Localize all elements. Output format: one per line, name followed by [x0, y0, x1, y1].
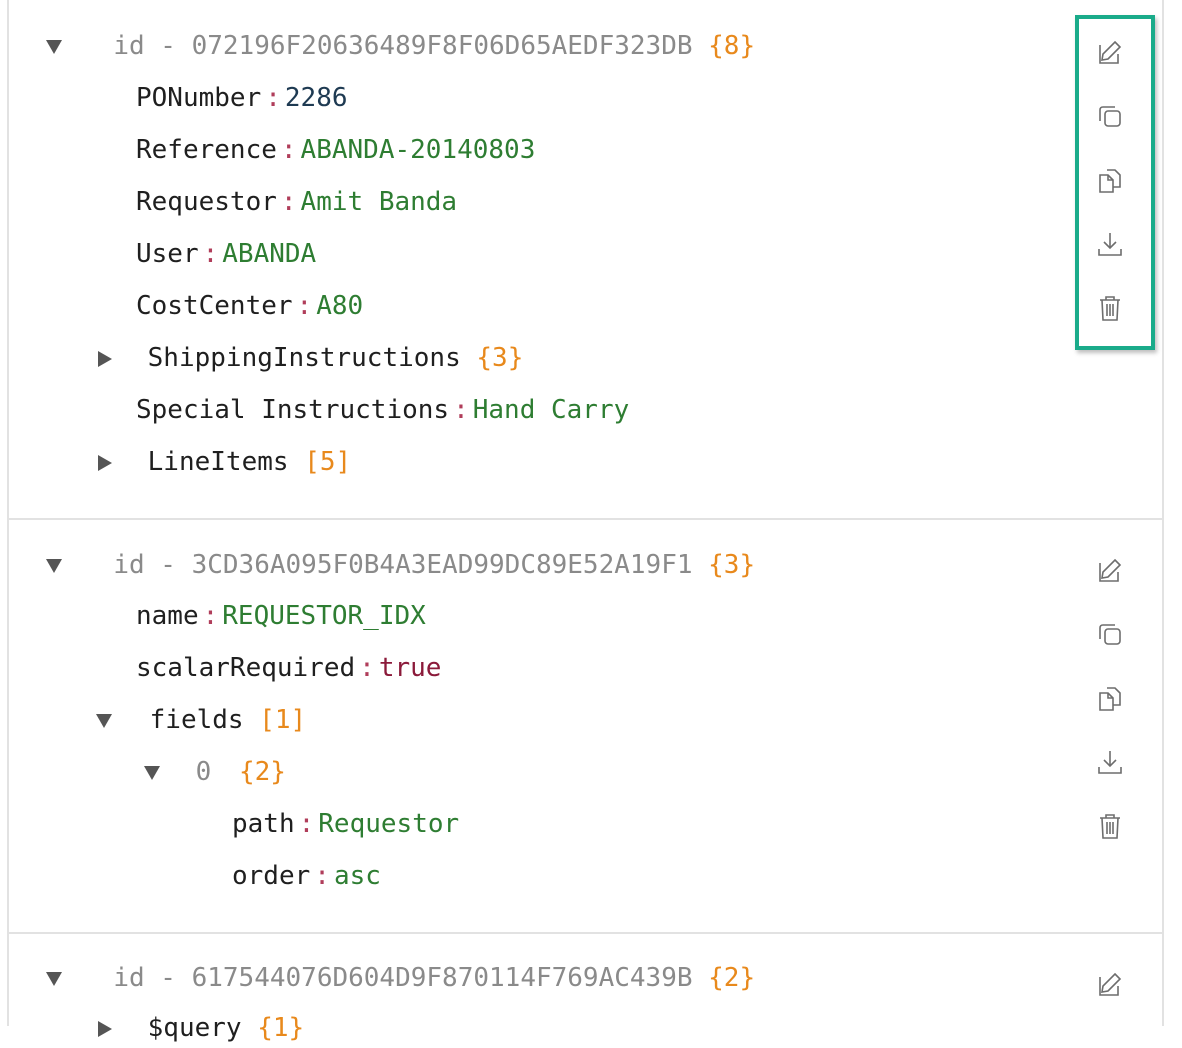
expand-arrow-icon[interactable]	[46, 971, 62, 986]
field-row: Reference: ABANDA-20140803	[136, 135, 536, 165]
document-header[interactable]: id - 3CD36A095F0B4A3EAD99DC89E52A19F1 {3…	[46, 545, 755, 585]
document-id: 3CD36A095F0B4A3EAD99DC89E52A19F1	[191, 550, 693, 580]
field-row: Special Instructions: Hand Carry	[136, 395, 630, 425]
field-value: true	[378, 653, 442, 683]
field-row-collapsible[interactable]: LineItems [5]	[98, 442, 351, 482]
field-key: Requestor	[136, 187, 277, 217]
field-key: Special Instructions	[136, 395, 450, 425]
field-row: PONumber:2286	[136, 83, 348, 113]
field-value: A80	[316, 291, 364, 321]
edit-button[interactable]	[1088, 548, 1132, 592]
field-row-collapsible[interactable]: ShippingInstructions {3}	[98, 338, 523, 378]
field-row: name: REQUESTOR_IDX	[136, 601, 426, 631]
field-count: {2}	[708, 963, 756, 993]
field-key: scalarRequired	[136, 653, 356, 683]
field-key: Reference	[136, 135, 277, 165]
delete-icon	[1100, 814, 1120, 839]
expand-arrow-icon[interactable]	[98, 1020, 112, 1037]
field-row-collapsible[interactable]: 0 {2}	[144, 752, 286, 792]
document-header[interactable]: id - 617544076D604D9F870114F769AC439B {2…	[46, 958, 755, 998]
document-id: 072196F20636489F8F06D65AEDF323DB	[191, 31, 693, 61]
field-value: Hand Carry	[472, 395, 630, 425]
actions-highlight	[1075, 15, 1155, 350]
field-value: Requestor	[318, 809, 460, 839]
field-key: $query	[147, 1013, 242, 1043]
download-icon	[1098, 751, 1122, 774]
field-key: path	[232, 809, 295, 839]
field-count: {1}	[257, 1013, 305, 1043]
field-value: ABANDA-20140803	[300, 135, 536, 165]
field-row: CostCenter: A80	[136, 291, 364, 321]
field-value: Amit Banda	[300, 187, 458, 217]
field-count: [1]	[259, 705, 307, 735]
delete-button[interactable]	[1088, 804, 1132, 848]
field-row: scalarRequired: true	[136, 653, 442, 683]
field-row: Requestor: Amit Banda	[136, 187, 458, 217]
edit-button[interactable]	[1088, 962, 1132, 1006]
id-dash: -	[160, 550, 176, 580]
field-key: PONumber	[136, 83, 262, 113]
field-row-collapsible[interactable]: $query {1}	[98, 1008, 304, 1048]
field-count: {3}	[476, 343, 524, 373]
field-value: 2286	[284, 83, 348, 113]
copy-button[interactable]	[1088, 676, 1132, 720]
field-key: 0	[195, 757, 212, 787]
download-button[interactable]	[1088, 740, 1132, 784]
id-dash: -	[160, 963, 176, 993]
edit-icon	[1099, 972, 1122, 996]
expand-arrow-icon[interactable]	[98, 350, 112, 367]
document-divider	[7, 518, 1164, 520]
id-dash: -	[160, 31, 176, 61]
clone-button[interactable]	[1088, 612, 1132, 656]
clone-icon	[1099, 624, 1121, 645]
expand-arrow-icon[interactable]	[96, 713, 112, 728]
id-label: id	[113, 550, 145, 580]
expand-arrow-icon[interactable]	[46, 558, 62, 573]
field-key: ShippingInstructions	[147, 343, 461, 373]
field-value: REQUESTOR_IDX	[222, 601, 426, 631]
field-value: ABANDA	[222, 239, 317, 269]
field-key: CostCenter	[136, 291, 293, 321]
field-count: {8}	[708, 31, 756, 61]
copy-icon	[1099, 687, 1121, 711]
field-count: [5]	[304, 447, 352, 477]
edit-icon	[1099, 558, 1122, 582]
document-id: 617544076D604D9F870114F769AC439B	[191, 963, 693, 993]
field-count: {3}	[708, 550, 756, 580]
field-key: name	[136, 601, 199, 631]
field-key: fields	[149, 705, 244, 735]
field-key: order	[232, 861, 311, 891]
field-key: LineItems	[147, 447, 289, 477]
document-header[interactable]: id - 072196F20636489F8F06D65AEDF323DB {8…	[46, 26, 755, 66]
field-row: path: Requestor	[232, 809, 460, 839]
field-row: order: asc	[232, 861, 381, 891]
field-row-collapsible[interactable]: fields [1]	[96, 700, 306, 740]
expand-arrow-icon[interactable]	[46, 39, 62, 54]
field-value: asc	[333, 861, 381, 891]
expand-arrow-icon[interactable]	[98, 454, 112, 471]
id-label: id	[113, 31, 145, 61]
id-label: id	[113, 963, 145, 993]
field-key: User	[136, 239, 199, 269]
expand-arrow-icon[interactable]	[144, 765, 160, 780]
document-divider	[7, 932, 1164, 934]
field-count: {2}	[238, 757, 286, 787]
field-row: User: ABANDA	[136, 239, 317, 269]
